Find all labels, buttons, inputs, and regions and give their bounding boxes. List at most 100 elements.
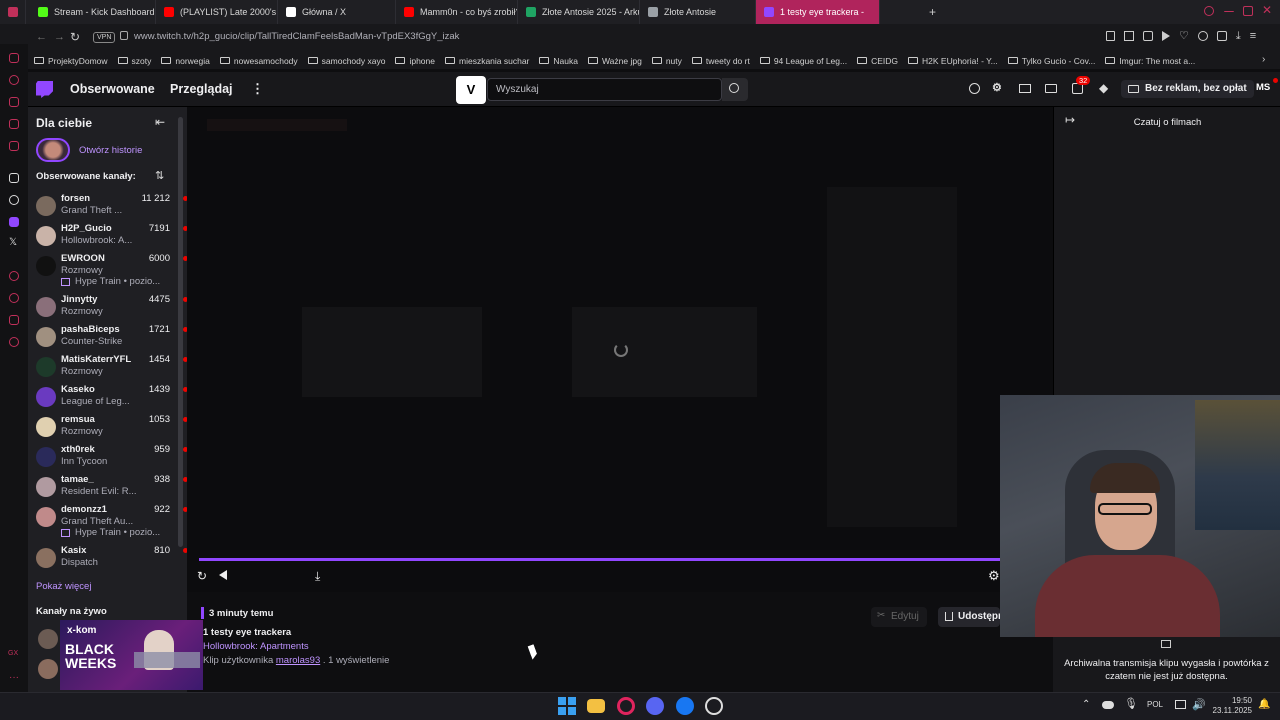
rail-twitch-icon[interactable]	[9, 217, 19, 227]
download-clip-icon[interactable]: ⤓	[315, 569, 320, 584]
screenshot-icon[interactable]	[1124, 31, 1134, 41]
search-input[interactable]: Wyszukaj	[487, 78, 722, 101]
vpn-badge[interactable]: VPN	[93, 32, 116, 43]
rail-home-icon[interactable]	[9, 53, 19, 63]
player-settings-icon[interactable]: ⚙	[988, 568, 1000, 584]
heart-icon[interactable]: ♡	[1179, 31, 1189, 42]
window-search-icon[interactable]	[1204, 6, 1214, 16]
clip-player[interactable]	[187, 107, 1053, 592]
mic-icon[interactable]: 🎙	[1124, 697, 1138, 710]
bookmark-item[interactable]: mieszkania suchar	[445, 56, 529, 66]
file-explorer-icon[interactable]	[587, 699, 605, 713]
rail-music-icon[interactable]	[9, 315, 19, 325]
nav-crown-icon[interactable]	[1019, 84, 1031, 93]
browser-tab[interactable]: Stream - Kick Dashboard	[30, 0, 156, 24]
network-icon[interactable]	[1175, 700, 1186, 709]
sidebar-channel[interactable]: xth0rek Inn Tycoon 959	[28, 442, 188, 472]
rail-app-icon[interactable]	[9, 173, 19, 183]
maximize-icon[interactable]	[1243, 6, 1253, 16]
extension-logo-icon[interactable]: V	[456, 76, 486, 104]
sidebar-channel[interactable]: EWROON Rozmowy 6000 Hype Train • pozio...	[28, 251, 188, 287]
sidebar-channel[interactable]: demonzz1 Grand Theft Au... 922 Hype Train •…	[28, 502, 188, 538]
back-icon[interactable]: ←	[36, 31, 47, 43]
live-channel-avatar[interactable]	[38, 629, 58, 649]
bookmark-item[interactable]: ProjektyDomow	[34, 56, 108, 66]
nav-following[interactable]: Obserwowane	[70, 82, 155, 96]
bookmark-item[interactable]: tweety do rt	[691, 56, 750, 66]
notification-bell-icon[interactable]: 🔔	[1258, 699, 1270, 710]
stories-avatar[interactable]	[36, 138, 70, 162]
new-tab-button[interactable]: +	[929, 5, 936, 19]
bookmark-item[interactable]: Tylko Gucio - Cov...	[1007, 56, 1095, 66]
rail-whatsapp-icon[interactable]	[9, 293, 19, 303]
browser-tab[interactable]: Złote Antosie 2025 - Arku	[518, 0, 640, 24]
bookmark-item[interactable]: nowesamochody	[219, 56, 298, 66]
rail-x-icon[interactable]: 𝕏	[9, 237, 17, 248]
rail-messenger-icon[interactable]	[9, 271, 19, 281]
collapse-sidebar-icon[interactable]: ⇤	[155, 115, 165, 129]
bookmark-item[interactable]: H2K EUphoria! - Y...	[908, 56, 998, 66]
clip-game-link[interactable]: Hollowbrook: Apartments	[203, 641, 309, 652]
start-icon[interactable]	[558, 697, 576, 715]
bookmark-item[interactable]: Imgur: The most a...	[1105, 56, 1195, 66]
bookmark-item[interactable]: Nauka	[539, 56, 578, 66]
bookmark-item[interactable]: samochody xayo	[307, 56, 385, 66]
search-button[interactable]	[722, 78, 748, 101]
opera-gx-taskbar-icon[interactable]	[617, 697, 635, 715]
xkom-ad-banner[interactable]: x-kom BLACK WEEKS	[60, 620, 203, 690]
live-channel-avatar[interactable]	[38, 659, 58, 679]
tab-strip-menu[interactable]	[0, 0, 26, 24]
sidebar-channel[interactable]: forsen Grand Theft ... 11 212	[28, 191, 188, 221]
browser-tab[interactable]: Mamm0n - co byś zrobił?	[396, 0, 518, 24]
messenger-taskbar-icon[interactable]	[676, 697, 694, 715]
rail-wallet-icon[interactable]	[9, 97, 19, 107]
clipper-link[interactable]: marolas93	[276, 655, 320, 666]
nav-hype-icon[interactable]: ⚙	[992, 81, 1002, 94]
bookmark-item[interactable]: szoty	[117, 56, 151, 66]
play-icon[interactable]	[1162, 31, 1170, 41]
obs-icon[interactable]	[705, 697, 723, 715]
rail-mail-icon[interactable]	[9, 141, 19, 151]
url-field[interactable]: www.twitch.tv/h2p_gucio/clip/TallTiredCl…	[134, 31, 459, 42]
pin-icon[interactable]	[1106, 31, 1115, 41]
ad-free-button[interactable]: Bez reklam, bez opłat	[1121, 80, 1254, 98]
minimize-icon[interactable]	[1224, 11, 1234, 13]
rail-gx-icon[interactable]: GX	[8, 650, 18, 657]
wallet-icon[interactable]	[1216, 31, 1227, 41]
sidebar-channel[interactable]: tamae_ Resident Evil: R... 938	[28, 472, 188, 502]
clock[interactable]: 19:50 23.11.2025	[1208, 696, 1252, 716]
sidebar-channel[interactable]: H2P_Gucio Hollowbrook: A... 7191	[28, 221, 188, 251]
download-icon[interactable]: ⤓	[1236, 31, 1241, 42]
browser-tab[interactable]: 1 testy eye trackera -	[756, 0, 880, 24]
open-stories-link[interactable]: Otwórz historie	[79, 145, 142, 156]
bookmark-item[interactable]: CEIDG	[857, 56, 898, 66]
camera-icon[interactable]	[1143, 31, 1153, 41]
extensions-icon[interactable]	[1197, 31, 1208, 41]
nav-more-icon[interactable]: ⋮	[251, 81, 264, 97]
sidebar-channel[interactable]: Jinnytty Rozmowy 4475	[28, 292, 188, 322]
browser-tab[interactable]: (PLAYLIST) Late 2000's E	[156, 0, 278, 24]
browser-tab[interactable]: Główna / X	[278, 0, 396, 24]
share-button[interactable]: Udostępnij	[938, 607, 1000, 627]
forward-icon[interactable]: →	[54, 31, 65, 43]
close-window-icon[interactable]: ✕	[1262, 3, 1272, 17]
user-avatar[interactable]: MS	[1256, 82, 1270, 93]
sidebar-channel[interactable]: Kasix Dispatch 810	[28, 543, 188, 573]
show-more-link[interactable]: Pokaż więcej	[36, 581, 91, 592]
browser-tab[interactable]: Złote Antosie	[640, 0, 756, 24]
menu-icon[interactable]: ≡	[1250, 31, 1256, 42]
nav-stats-icon[interactable]	[969, 83, 980, 94]
nav-inbox-icon[interactable]	[1045, 84, 1057, 93]
sidebar-scrollbar[interactable]	[178, 117, 183, 547]
bookmark-item[interactable]: norwegia	[161, 56, 210, 66]
bookmark-item[interactable]: 94 League of Leg...	[759, 56, 847, 66]
sidebar-channel[interactable]: MatisKaterrYFL Rozmowy 1454	[28, 352, 188, 382]
rail-settings-icon[interactable]	[9, 337, 19, 347]
rail-more-icon[interactable]: ···	[9, 672, 19, 683]
sidebar-channel[interactable]: Kaseko League of Leg... 1439	[28, 382, 188, 412]
sidebar-channel[interactable]: pashaBiceps Counter-Strike 1721	[28, 322, 188, 352]
bookmark-item[interactable]: Ważne jpg	[587, 56, 642, 66]
sort-icon[interactable]: ⇅	[155, 169, 164, 182]
speaker-icon[interactable]: 🔊	[1192, 698, 1206, 711]
language-indicator[interactable]: POL	[1147, 700, 1163, 709]
